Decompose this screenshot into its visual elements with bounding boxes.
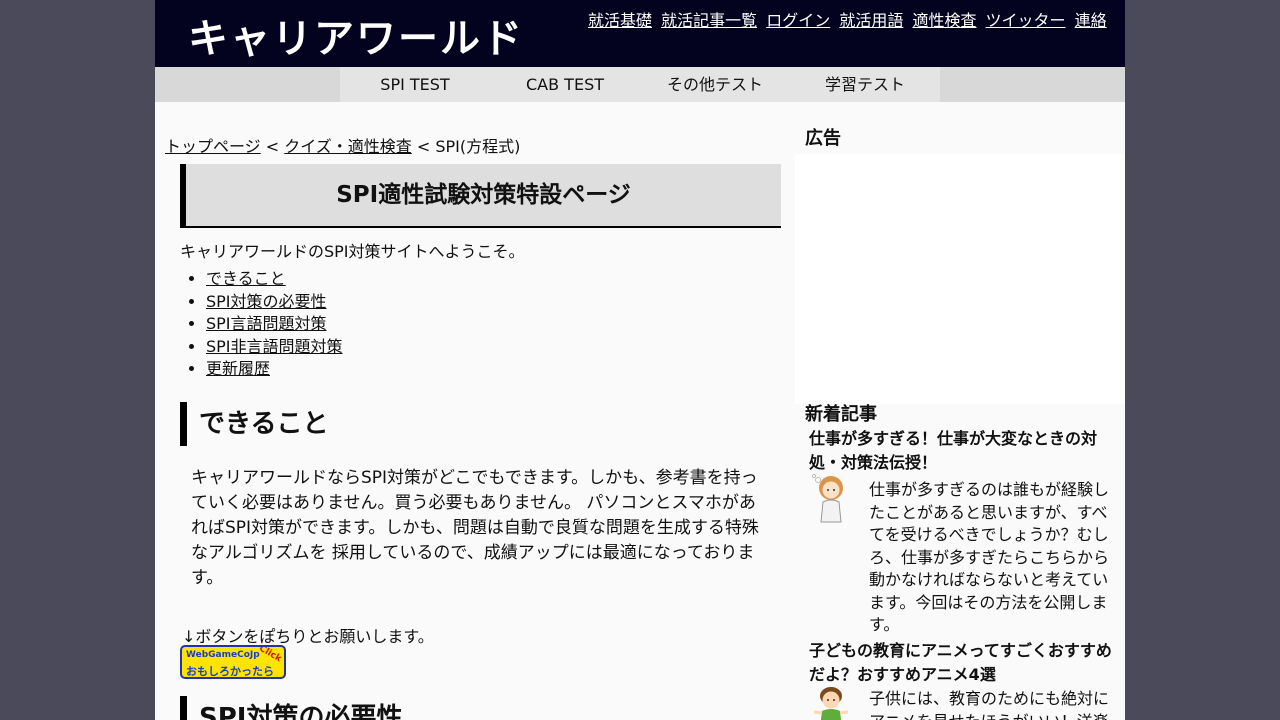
toc-item: SPI非言語問題対策 bbox=[206, 336, 343, 359]
toc-item: 更新履歴 bbox=[206, 358, 343, 381]
site-header: キャリアワールド 就活基礎 就活記事一覧 ログイン 就活用語 適性検査 ツイッタ… bbox=[155, 0, 1125, 67]
banner-label: おもしろかったら bbox=[186, 665, 274, 678]
toc-link-can-do[interactable]: できること bbox=[206, 269, 286, 288]
toplink-articles[interactable]: 就活記事一覧 bbox=[661, 11, 757, 30]
vote-banner-button[interactable]: WebGameCoJp おもしろかったら Click bbox=[180, 645, 286, 679]
breadcrumb-category[interactable]: クイズ・適性検査 bbox=[284, 137, 412, 156]
banner-click-label: Click bbox=[257, 645, 283, 665]
sidebar: 広告 新着記事 仕事が多すぎる！仕事が大変なときの対処・対策法伝授！ 仕事が多す… bbox=[795, 102, 1125, 720]
child-illustration-icon bbox=[813, 687, 849, 720]
section-heading-necessity: SPI対策の必要性 bbox=[180, 696, 402, 720]
toc-item: SPI対策の必要性 bbox=[206, 291, 343, 314]
request-text: ↓ボタンをぽちりとお願いします。 bbox=[182, 627, 434, 646]
toplink-glossary[interactable]: 就活用語 bbox=[839, 11, 903, 30]
toc-item: できること bbox=[206, 268, 343, 291]
nav-other-tests[interactable]: その他テスト bbox=[640, 67, 790, 102]
breadcrumb-home[interactable]: トップページ bbox=[165, 137, 261, 156]
article-summary: 仕事が多すぎるのは誰もが経験したことがあると思いますが、すべてを受けるべきでしょ… bbox=[869, 480, 1110, 634]
breadcrumb: トップページ < クイズ・適性検査 < SPI(方程式) bbox=[165, 133, 520, 157]
toplink-contact[interactable]: 連絡 bbox=[1075, 11, 1107, 30]
site-logo[interactable]: キャリアワールド bbox=[188, 6, 524, 64]
toplink-login[interactable]: ログイン bbox=[766, 11, 830, 30]
table-of-contents: できること SPI対策の必要性 SPI言語問題対策 SPI非言語問題対策 更新履… bbox=[180, 268, 343, 381]
banner-site-name: WebGameCoJp bbox=[186, 650, 260, 660]
nav-bar: SPI TEST CAB TEST その他テスト 学習テスト bbox=[155, 67, 1125, 102]
ad-heading: 広告 bbox=[805, 128, 841, 149]
section-heading-can-do: できること bbox=[180, 402, 328, 446]
nav-cab-test[interactable]: CAB TEST bbox=[490, 67, 640, 102]
nav-spi-test[interactable]: SPI TEST bbox=[340, 67, 490, 102]
welcome-text: キャリアワールドのSPI対策サイトへようこそ。 bbox=[180, 242, 525, 261]
article-title-link[interactable]: 仕事が多すぎる！仕事が大変なときの対処・対策法伝授！ bbox=[809, 427, 1115, 475]
page-container: キャリアワールド 就活基礎 就活記事一覧 ログイン 就活用語 適性検査 ツイッタ… bbox=[155, 0, 1125, 720]
nav-learning-test[interactable]: 学習テスト bbox=[790, 67, 940, 102]
toc-item: SPI言語問題対策 bbox=[206, 313, 343, 336]
breadcrumb-separator: < bbox=[260, 137, 285, 156]
section-paragraph: キャリアワールドならSPI対策がどこでもできます。しかも、参考書を持っていく必要… bbox=[191, 468, 759, 588]
article-summary: 子供には、教育のためにも絶対にアニメを見せたほうがいい！洋楽 bbox=[869, 689, 1110, 720]
ad-space bbox=[795, 154, 1125, 404]
nav-menu: SPI TEST CAB TEST その他テスト 学習テスト bbox=[340, 67, 940, 102]
toplink-basics[interactable]: 就活基礎 bbox=[588, 11, 652, 30]
top-links: 就活基礎 就活記事一覧 ログイン 就活用語 適性検査 ツイッター 連絡 bbox=[588, 7, 1111, 31]
woman-thinking-illustration-icon bbox=[812, 474, 843, 523]
toplink-twitter[interactable]: ツイッター bbox=[986, 11, 1066, 30]
special-page-title: SPI適性試験対策特設ページ bbox=[180, 164, 781, 228]
toplink-aptitude[interactable]: 適性検査 bbox=[912, 11, 976, 30]
toc-link-verbal[interactable]: SPI言語問題対策 bbox=[206, 314, 327, 333]
breadcrumb-current: SPI(方程式) bbox=[435, 137, 521, 156]
breadcrumb-separator: < bbox=[411, 137, 436, 156]
toc-link-nonverbal[interactable]: SPI非言語問題対策 bbox=[206, 337, 343, 356]
article-title-link[interactable]: 子どもの教育にアニメってすごくおすすめだよ？おすすめアニメ4選 bbox=[809, 639, 1115, 687]
new-articles-heading: 新着記事 bbox=[805, 404, 877, 425]
toc-link-history[interactable]: 更新履歴 bbox=[206, 359, 270, 378]
toc-link-necessity[interactable]: SPI対策の必要性 bbox=[206, 292, 327, 311]
